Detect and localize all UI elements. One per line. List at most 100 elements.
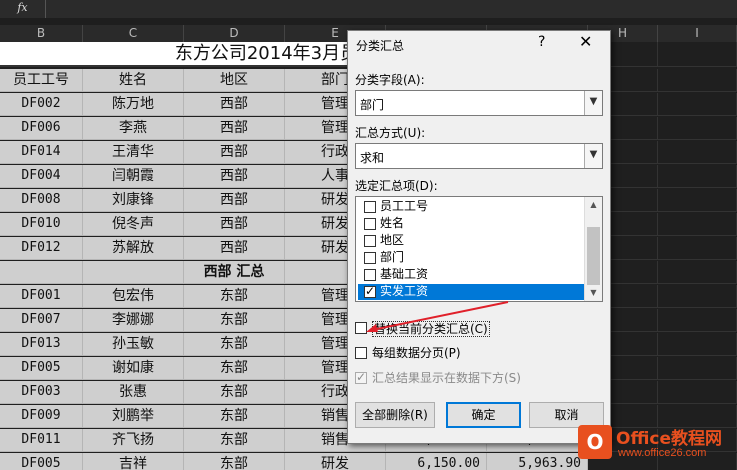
scroll-down-icon[interactable]: ▼ [585, 285, 602, 301]
empty-cell[interactable] [658, 42, 737, 67]
empty-cell[interactable] [83, 261, 184, 284]
region-cell[interactable]: 东部 [184, 381, 285, 404]
close-icon[interactable]: ✕ [579, 32, 592, 51]
region-cell[interactable]: 东部 [184, 309, 285, 332]
formula-bar[interactable]: fx [0, 0, 737, 18]
column-header-d[interactable]: D [184, 25, 285, 42]
name-cell[interactable]: 刘康锋 [83, 189, 184, 212]
id-cell[interactable]: DF005 [0, 453, 83, 470]
region-cell[interactable]: 西部 [184, 117, 285, 140]
function-select[interactable]: 求和 ▼ [355, 143, 603, 169]
dept-cell[interactable]: 研发 [285, 453, 386, 470]
empty-cell[interactable] [658, 141, 737, 164]
header-cell-name[interactable]: 姓名 [83, 69, 184, 92]
name-cell[interactable]: 倪冬声 [83, 213, 184, 236]
checkbox-icon[interactable] [364, 201, 376, 213]
name-cell[interactable]: 齐飞扬 [83, 429, 184, 452]
empty-cell[interactable] [0, 261, 83, 284]
name-cell[interactable]: 李燕 [83, 117, 184, 140]
empty-cell[interactable] [658, 69, 737, 92]
checkbox-icon[interactable] [364, 235, 376, 247]
empty-cell[interactable] [658, 93, 737, 116]
name-cell[interactable]: 谢如康 [83, 357, 184, 380]
name-cell[interactable]: 苏解放 [83, 237, 184, 260]
id-cell[interactable]: DF006 [0, 117, 83, 140]
region-cell[interactable]: 西部 [184, 189, 285, 212]
column-header-i[interactable]: I [658, 25, 737, 42]
empty-cell[interactable] [658, 381, 737, 404]
checkbox-icon[interactable] [364, 269, 376, 281]
id-cell[interactable]: DF007 [0, 309, 83, 332]
summary-item[interactable]: 基础工资 [358, 267, 584, 283]
name-cell[interactable]: 王清华 [83, 141, 184, 164]
id-cell[interactable]: DF001 [0, 285, 83, 308]
id-cell[interactable]: DF014 [0, 141, 83, 164]
id-cell[interactable]: DF002 [0, 93, 83, 116]
base-salary-cell[interactable]: 6,150.00 [386, 453, 487, 470]
header-cell-id[interactable]: 员工工号 [0, 69, 83, 92]
region-cell[interactable]: 西部 [184, 93, 285, 116]
region-cell[interactable]: 东部 [184, 429, 285, 452]
help-icon[interactable]: ? [538, 34, 545, 50]
chevron-down-icon[interactable]: ▼ [584, 91, 602, 115]
empty-cell[interactable] [658, 309, 737, 332]
header-cell-region[interactable]: 地区 [184, 69, 285, 92]
id-cell[interactable]: DF005 [0, 357, 83, 380]
list-scrollbar[interactable]: ▲ ▼ [584, 197, 602, 301]
id-cell[interactable]: DF010 [0, 213, 83, 236]
fx-icon[interactable]: fx [0, 0, 46, 18]
region-cell[interactable]: 东部 [184, 333, 285, 356]
region-cell[interactable]: 东部 [184, 357, 285, 380]
summary-items-list[interactable]: 员工工号 姓名 地区 部门 基础工资 ✓ 实发工资 ▲ ▼ [355, 196, 603, 302]
empty-cell[interactable] [658, 261, 737, 284]
scroll-up-icon[interactable]: ▲ [585, 197, 602, 213]
group-field-select[interactable]: 部门 ▼ [355, 90, 603, 116]
empty-cell[interactable] [658, 189, 737, 212]
checkbox-icon[interactable] [364, 252, 376, 264]
region-cell[interactable]: 东部 [184, 285, 285, 308]
empty-cell[interactable] [658, 117, 737, 140]
checkbox-icon[interactable] [355, 347, 367, 359]
remove-all-button[interactable]: 全部删除(R) [355, 402, 435, 428]
empty-cell[interactable] [658, 165, 737, 188]
summary-item[interactable]: 姓名 [358, 216, 584, 232]
ok-button[interactable]: 确定 [446, 402, 521, 428]
empty-cell[interactable] [658, 285, 737, 308]
name-cell[interactable]: 刘鹏举 [83, 405, 184, 428]
name-cell[interactable]: 张惠 [83, 381, 184, 404]
region-cell[interactable]: 西部 [184, 141, 285, 164]
summary-item[interactable]: 地区 [358, 233, 584, 249]
id-cell[interactable]: DF013 [0, 333, 83, 356]
empty-cell[interactable] [658, 357, 737, 380]
name-cell[interactable]: 包宏伟 [83, 285, 184, 308]
chevron-down-icon[interactable]: ▼ [584, 144, 602, 168]
checkbox-icon[interactable] [364, 218, 376, 230]
actual-salary-cell[interactable]: 5,963.90 [487, 453, 588, 470]
region-cell[interactable]: 东部 [184, 405, 285, 428]
checkbox-icon[interactable]: ✓ [355, 370, 367, 384]
scroll-thumb[interactable] [587, 227, 600, 285]
region-cell[interactable]: 东部 [184, 453, 285, 470]
empty-cell[interactable] [658, 237, 737, 260]
id-cell[interactable]: DF004 [0, 165, 83, 188]
name-cell[interactable]: 李娜娜 [83, 309, 184, 332]
column-header-b[interactable]: B [0, 25, 83, 42]
id-cell[interactable]: DF008 [0, 189, 83, 212]
summary-item[interactable]: 部门 [358, 250, 584, 266]
region-cell[interactable]: 西部 [184, 165, 285, 188]
id-cell[interactable]: DF011 [0, 429, 83, 452]
subtotal-label[interactable]: 西部 汇总 [184, 261, 285, 284]
name-cell[interactable]: 闫朝霞 [83, 165, 184, 188]
name-cell[interactable]: 吉祥 [83, 453, 184, 470]
region-cell[interactable]: 西部 [184, 213, 285, 236]
summary-item[interactable]: 员工工号 [358, 199, 584, 215]
id-cell[interactable]: DF012 [0, 237, 83, 260]
id-cell[interactable]: DF009 [0, 405, 83, 428]
id-cell[interactable]: DF003 [0, 381, 83, 404]
column-header-c[interactable]: C [83, 25, 184, 42]
empty-cell[interactable] [658, 213, 737, 236]
name-cell[interactable]: 陈万地 [83, 93, 184, 116]
name-cell[interactable]: 孙玉敏 [83, 333, 184, 356]
region-cell[interactable]: 西部 [184, 237, 285, 260]
empty-cell[interactable] [658, 333, 737, 356]
